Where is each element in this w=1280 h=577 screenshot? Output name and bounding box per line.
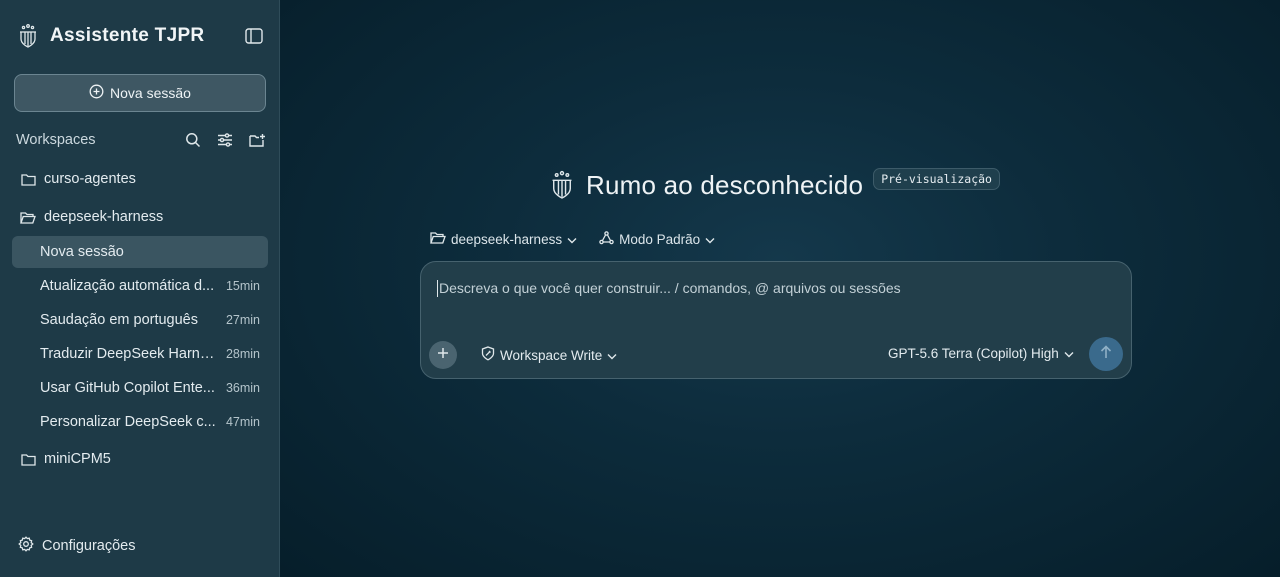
session-item[interactable]: Usar GitHub Copilot Ente... 36min xyxy=(12,372,268,404)
folder-icon xyxy=(20,171,36,187)
folder-minicpm5[interactable]: miniCPM5 xyxy=(12,444,268,474)
session-item[interactable]: Saudação em português 27min xyxy=(12,304,268,336)
session-time: 47min xyxy=(225,415,260,429)
composer: Descreva o que você quer construir... / … xyxy=(420,261,1132,379)
new-session-button[interactable]: Nova sessão xyxy=(14,74,266,112)
folder-deepseek-harness[interactable]: deepseek-harness xyxy=(12,202,268,232)
main-panel: Rumo ao desconhecido Pré-visualização de… xyxy=(280,0,1280,577)
session-title: Saudação em português xyxy=(40,312,198,328)
chevron-down-icon xyxy=(567,232,577,247)
new-folder-icon[interactable] xyxy=(248,131,266,149)
model-label: GPT-5.6 Terra (Copilot) High xyxy=(888,346,1059,361)
settings-label: Configurações xyxy=(42,538,136,554)
attach-button[interactable] xyxy=(429,341,457,369)
workspaces-header: Workspaces xyxy=(16,128,266,152)
folder-open-icon xyxy=(20,209,36,225)
send-button[interactable] xyxy=(1089,337,1123,371)
session-title: Traduzir DeepSeek Harne... xyxy=(40,346,218,362)
composer-controls: deepseek-harness Modo Padrão xyxy=(430,228,715,250)
mode-selector-label: Modo Padrão xyxy=(619,231,701,247)
folder-open-icon xyxy=(430,231,446,247)
session-item-active[interactable]: Nova sessão xyxy=(12,236,268,268)
prompt-input[interactable]: Descreva o que você quer construir... / … xyxy=(437,280,901,297)
tjpr-logo-icon xyxy=(548,167,576,203)
app-title: Assistente TJPR xyxy=(50,25,205,46)
chevron-down-icon xyxy=(1064,346,1074,361)
chevron-down-icon xyxy=(705,232,715,247)
shield-edit-icon xyxy=(481,346,495,364)
session-title: Usar GitHub Copilot Ente... xyxy=(40,380,215,396)
session-item[interactable]: Personalizar DeepSeek c... 47min xyxy=(12,406,268,438)
model-selector[interactable]: GPT-5.6 Terra (Copilot) High xyxy=(888,346,1074,361)
mode-cycle-icon xyxy=(599,230,614,248)
chevron-down-icon xyxy=(607,348,617,363)
workspace-selector[interactable]: deepseek-harness xyxy=(430,231,577,247)
filter-sliders-icon[interactable] xyxy=(216,131,234,149)
sidebar-toggle-icon[interactable] xyxy=(244,27,264,45)
plus-icon xyxy=(437,346,449,364)
arrow-up-icon xyxy=(1100,344,1112,364)
mode-selector[interactable]: Modo Padrão xyxy=(599,230,715,248)
sidebar: Assistente TJPR Nova sessão Workspaces c… xyxy=(0,0,280,577)
session-item[interactable]: Traduzir DeepSeek Harne... 28min xyxy=(12,338,268,370)
hero: Rumo ao desconhecido Pré-visualização xyxy=(548,166,1000,204)
plus-circle-icon xyxy=(89,84,104,102)
brand: Assistente TJPR xyxy=(16,22,204,50)
session-item[interactable]: Atualização automática d... 15min xyxy=(12,270,268,302)
settings-button[interactable]: Configurações xyxy=(18,534,136,558)
session-title: Nova sessão xyxy=(40,244,124,260)
folder-curso-agentes[interactable]: curso-agentes xyxy=(12,164,268,194)
tjpr-logo-icon xyxy=(16,22,40,50)
gear-icon xyxy=(18,536,34,556)
permission-selector[interactable]: Workspace Write xyxy=(481,346,617,364)
preview-badge: Pré-visualização xyxy=(873,168,1000,190)
session-time: 28min xyxy=(225,347,260,361)
workspace-selector-label: deepseek-harness xyxy=(451,231,563,247)
session-title: Personalizar DeepSeek c... xyxy=(40,414,216,430)
folder-icon xyxy=(20,451,36,467)
folder-name: miniCPM5 xyxy=(44,451,111,467)
session-time: 15min xyxy=(225,279,260,293)
hero-title: Rumo ao desconhecido xyxy=(586,169,864,200)
folder-name: deepseek-harness xyxy=(44,209,164,225)
session-time: 36min xyxy=(225,381,260,395)
workspaces-label: Workspaces xyxy=(16,132,96,148)
session-time: 27min xyxy=(225,313,260,327)
new-session-label: Nova sessão xyxy=(110,85,191,101)
session-title: Atualização automática d... xyxy=(40,278,215,294)
search-icon[interactable] xyxy=(184,131,202,149)
permission-label: Workspace Write xyxy=(500,347,603,363)
folder-name: curso-agentes xyxy=(44,171,136,187)
